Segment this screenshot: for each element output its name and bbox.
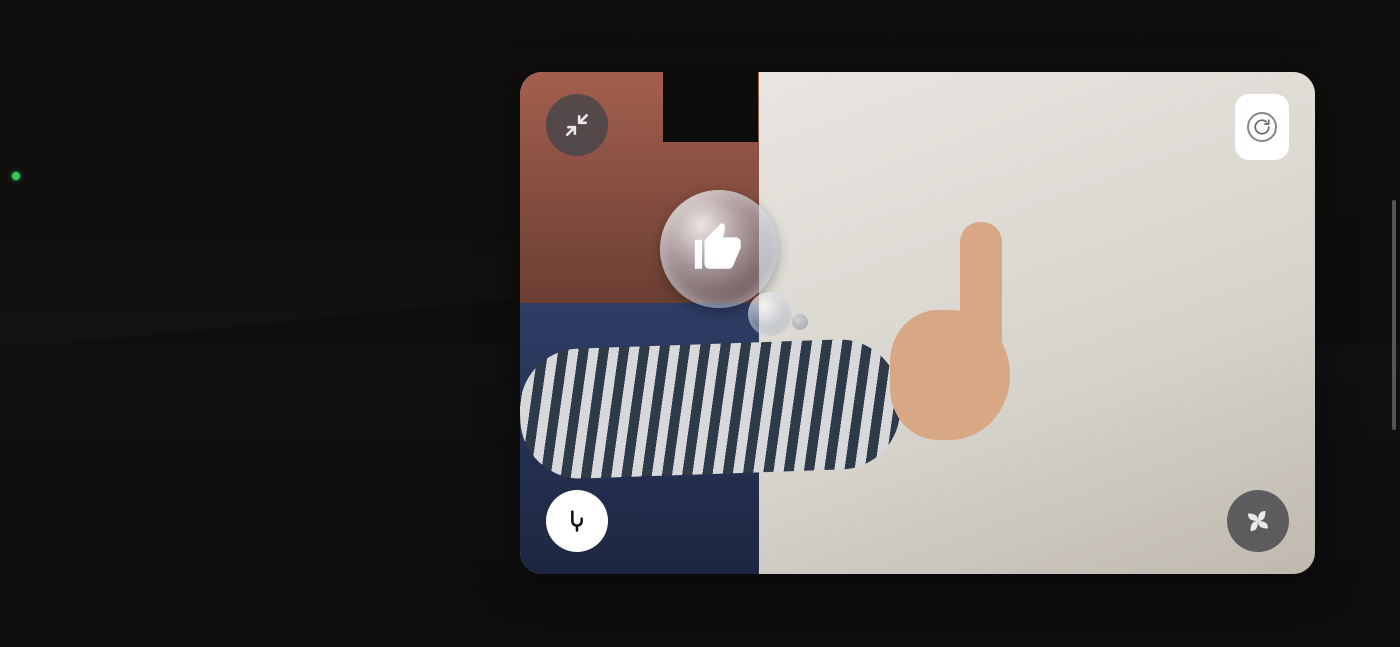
camera-feed [520,72,1315,574]
effects-pinwheel-icon [1243,506,1273,536]
subject-arm [520,337,902,480]
side-home-indicator [1392,200,1396,430]
subject-thumb [960,222,1002,352]
minimize-button[interactable] [546,94,608,156]
effects-button[interactable] [1227,490,1289,552]
camera-in-use-indicator [12,172,20,180]
portrait-glyph-icon [563,507,591,535]
flip-camera-button[interactable] [1235,94,1289,160]
minimize-icon [564,112,590,138]
video-call-panel [520,72,1315,574]
flip-camera-icon [1247,112,1277,142]
portrait-mode-button[interactable] [546,490,608,552]
